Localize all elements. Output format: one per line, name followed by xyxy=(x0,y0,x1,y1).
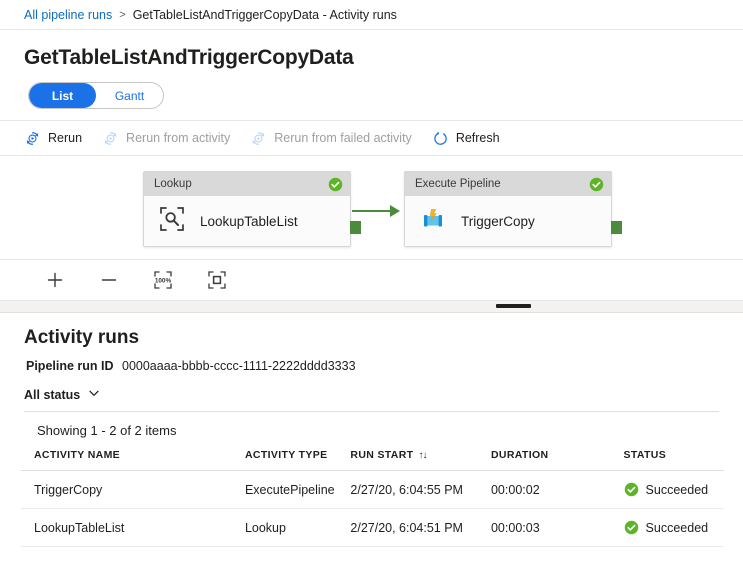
pipeline-run-id-label: Pipeline run ID xyxy=(26,359,114,373)
canvas-node-lookup-type: Lookup xyxy=(154,178,328,190)
column-header-status[interactable]: STATUS xyxy=(624,449,724,471)
canvas-node-execute-pipeline-name: TriggerCopy xyxy=(461,214,535,229)
canvas-node-lookup-body: LookupTableList xyxy=(144,196,350,246)
rerun-from-failed-activity-label: Rerun from failed activity xyxy=(274,131,412,145)
pipeline-canvas[interactable]: Lookup LookupTableList xyxy=(0,156,743,260)
refresh-icon xyxy=(432,130,449,147)
refresh-button[interactable]: Refresh xyxy=(432,130,500,147)
rerun-button[interactable]: Rerun xyxy=(24,130,82,147)
cell-activity-name: TriggerCopy xyxy=(21,471,245,509)
column-header-run-start-label: RUN START xyxy=(350,449,413,461)
zoom-out-icon[interactable] xyxy=(98,269,120,291)
svg-text:100%: 100% xyxy=(155,278,172,285)
toolbar: Rerun Rerun from activity xyxy=(0,120,743,156)
cell-run-start: 2/27/20, 6:04:51 PM xyxy=(350,509,491,547)
fit-to-screen-icon[interactable] xyxy=(206,269,228,291)
rerun-button-label: Rerun xyxy=(48,131,82,145)
rerun-from-failed-activity-button[interactable]: Rerun from failed activity xyxy=(250,130,412,147)
cell-status: Succeeded xyxy=(624,509,724,547)
success-status-icon xyxy=(624,520,639,535)
table-row[interactable]: LookupTableList Lookup 2/27/20, 6:04:51 … xyxy=(21,509,724,547)
lookup-icon xyxy=(158,205,186,238)
status-filter-row: All status xyxy=(24,387,719,412)
success-status-icon xyxy=(624,482,639,497)
canvas-node-execute-pipeline-header: Execute Pipeline xyxy=(405,172,611,196)
cell-activity-name: LookupTableList xyxy=(21,509,245,547)
zoom-in-icon[interactable] xyxy=(44,269,66,291)
status-filter-label: All status xyxy=(24,388,80,402)
rerun-from-activity-button[interactable]: Rerun from activity xyxy=(102,130,230,147)
panel-splitter[interactable] xyxy=(0,300,743,313)
canvas-node-execute-pipeline-output-port[interactable] xyxy=(611,221,622,234)
column-header-activity-type[interactable]: ACTIVITY TYPE xyxy=(245,449,350,471)
chevron-down-icon xyxy=(88,387,100,402)
canvas-connector-arrow xyxy=(390,205,400,217)
page-title: GetTableListAndTriggerCopyData xyxy=(0,30,743,70)
success-status-icon xyxy=(589,177,604,192)
activity-runs-title: Activity runs xyxy=(0,313,743,349)
breadcrumb: All pipeline runs > GetTableListAndTrigg… xyxy=(0,0,743,30)
canvas-node-lookup-output-port[interactable] xyxy=(350,221,361,234)
status-badge: Succeeded xyxy=(646,483,709,497)
canvas-node-lookup[interactable]: Lookup LookupTableList xyxy=(143,171,351,247)
canvas-node-execute-pipeline[interactable]: Execute Pipeline TriggerCopy xyxy=(404,171,612,247)
activity-runs-table: ACTIVITY NAME ACTIVITY TYPE RUN START↑↓ … xyxy=(21,449,724,547)
column-header-run-start[interactable]: RUN START ↑↓ xyxy=(350,449,491,471)
canvas-node-lookup-name: LookupTableList xyxy=(200,214,298,229)
status-badge: Succeeded xyxy=(646,521,709,535)
cell-activity-type: Lookup xyxy=(245,509,350,547)
cell-duration: 00:00:03 xyxy=(491,509,624,547)
canvas-node-lookup-header: Lookup xyxy=(144,172,350,196)
tab-gantt[interactable]: Gantt xyxy=(96,83,163,108)
canvas-zoom-controls: 100% xyxy=(0,260,743,300)
rerun-from-activity-label: Rerun from activity xyxy=(126,131,230,145)
pipeline-run-id: Pipeline run ID 0000aaaa-bbbb-cccc-1111-… xyxy=(0,349,743,373)
view-toggle[interactable]: List Gantt xyxy=(28,82,164,109)
execute-pipeline-icon xyxy=(419,205,447,238)
cell-activity-type: ExecutePipeline xyxy=(245,471,350,509)
cell-run-start: 2/27/20, 6:04:55 PM xyxy=(350,471,491,509)
table-header-row: ACTIVITY NAME ACTIVITY TYPE RUN START↑↓ … xyxy=(21,449,724,471)
zoom-reset-100-icon[interactable]: 100% xyxy=(152,269,174,291)
rerun-icon xyxy=(24,130,41,147)
tab-list[interactable]: List xyxy=(29,83,96,108)
status-filter-dropdown[interactable]: All status xyxy=(24,387,100,402)
column-header-activity-name[interactable]: ACTIVITY NAME xyxy=(21,449,245,471)
breadcrumb-link-all-pipeline-runs[interactable]: All pipeline runs xyxy=(24,8,112,22)
success-status-icon xyxy=(328,177,343,192)
refresh-button-label: Refresh xyxy=(456,131,500,145)
breadcrumb-separator: > xyxy=(119,9,125,21)
breadcrumb-current: GetTableListAndTriggerCopyData - Activit… xyxy=(133,8,397,22)
sort-arrows-icon[interactable]: ↑↓ xyxy=(418,450,426,461)
canvas-node-execute-pipeline-body: TriggerCopy xyxy=(405,196,611,246)
cell-status: Succeeded xyxy=(624,471,724,509)
showing-count: Showing 1 - 2 of 2 items xyxy=(0,412,743,438)
rerun-from-failed-activity-icon xyxy=(250,130,267,147)
cell-duration: 00:00:02 xyxy=(491,471,624,509)
column-header-duration[interactable]: DURATION xyxy=(491,449,624,471)
panel-splitter-grip[interactable] xyxy=(496,304,531,308)
table-row[interactable]: TriggerCopy ExecutePipeline 2/27/20, 6:0… xyxy=(21,471,724,509)
canvas-node-execute-pipeline-type: Execute Pipeline xyxy=(415,178,589,190)
pipeline-run-id-value: 0000aaaa-bbbb-cccc-1111-2222dddd3333 xyxy=(122,359,356,373)
rerun-from-activity-icon xyxy=(102,130,119,147)
canvas-connector-line xyxy=(352,210,394,212)
